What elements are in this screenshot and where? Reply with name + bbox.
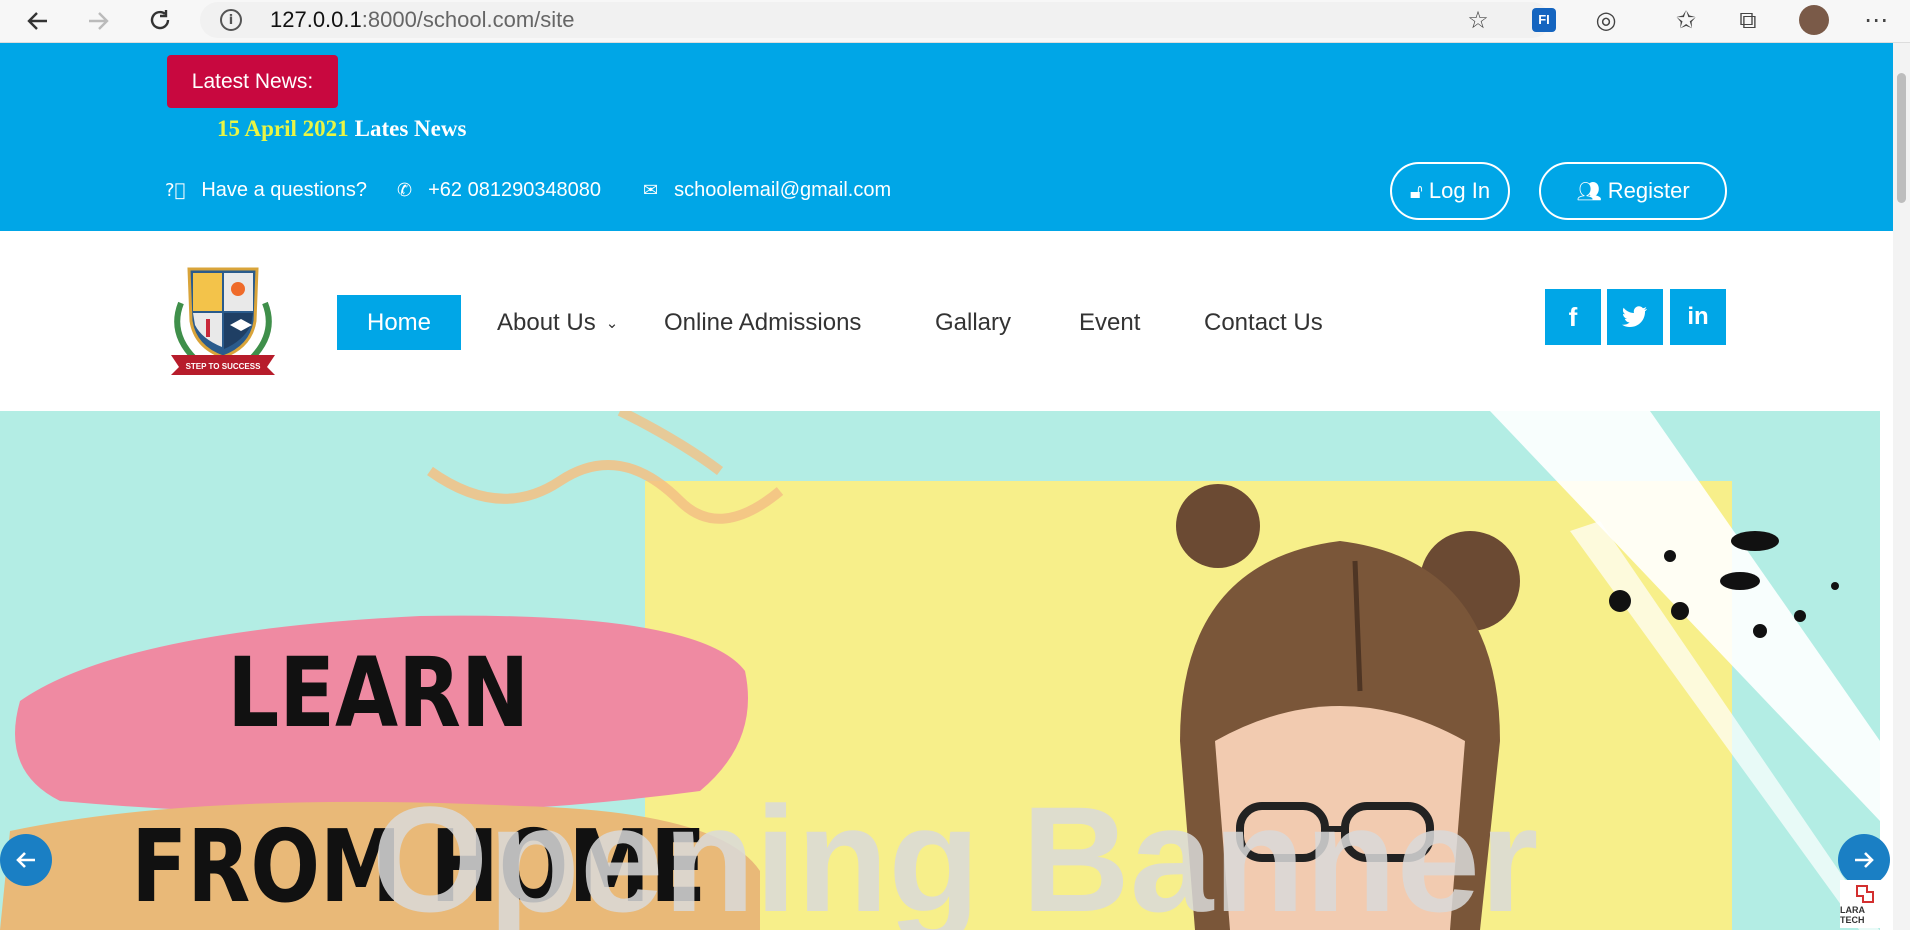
- hero-learn-text: LEARN: [227, 638, 529, 750]
- hero-title: Opening Banner: [372, 775, 1539, 930]
- arrow-left-icon: [16, 852, 35, 868]
- question-text: Have a questions?: [201, 179, 368, 201]
- profile-avatar[interactable]: [1794, 2, 1834, 38]
- unlock-icon: 🔓︎: [1409, 179, 1423, 203]
- news-title[interactable]: Lates News: [355, 116, 467, 141]
- hero-artwork: LEARN FROM HOME Opening Banner: [0, 411, 1880, 930]
- extension-icon[interactable]: FI: [1524, 2, 1564, 38]
- news-ticker[interactable]: 15 April 2021 Lates News: [217, 116, 466, 142]
- slider-next-button[interactable]: [1838, 834, 1890, 886]
- nav-contact-us[interactable]: Contact Us: [1204, 295, 1323, 350]
- top-bar: Latest News: 15 April 2021 Lates News ?⃝ …: [0, 43, 1893, 231]
- arrow-right-icon: [89, 12, 109, 30]
- register-label: Register: [1607, 178, 1690, 203]
- linkedin-icon: in: [1687, 303, 1709, 330]
- url-text: 127.0.0.1:8000/school.com/site: [270, 7, 575, 32]
- nav-gallery[interactable]: Gallary: [935, 295, 1011, 350]
- lara-tech-watermark: LARA TECH: [1840, 880, 1890, 928]
- linkedin-button[interactable]: in: [1670, 289, 1726, 345]
- phone-number: +62 081290348080: [428, 179, 602, 201]
- contact-question: ?⃝ Have a questions?: [165, 179, 367, 202]
- back-button[interactable]: [20, 4, 56, 38]
- page-scrollbar[interactable]: [1893, 43, 1910, 930]
- chevron-down-icon: ⌄: [605, 313, 619, 332]
- logo-ribbon-text: STEP TO SUCCESS: [186, 362, 262, 371]
- slider-prev-button[interactable]: [0, 834, 52, 886]
- twitter-icon: [1622, 306, 1647, 328]
- latest-news-badge: Latest News:: [167, 55, 338, 108]
- contact-email: ✉ schoolemail@gmail.com: [643, 179, 891, 202]
- reload-icon: [150, 10, 170, 30]
- nav-home[interactable]: Home: [337, 295, 461, 350]
- register-button[interactable]: 👥︎ Register: [1539, 162, 1727, 220]
- reload-button[interactable]: [142, 4, 178, 38]
- users-icon: 👥︎: [1576, 179, 1602, 203]
- facebook-button[interactable]: f: [1545, 289, 1601, 345]
- hero-banner: LEARN FROM HOME Opening Banner: [0, 411, 1880, 930]
- nav-event[interactable]: Event: [1079, 295, 1140, 350]
- contact-phone: ✆ +62 081290348080: [397, 179, 601, 202]
- login-button[interactable]: 🔓︎ Log In: [1390, 162, 1510, 220]
- school-logo[interactable]: STEP TO SUCCESS: [167, 263, 279, 377]
- browser-toolbar: i 127.0.0.1:8000/school.com/site ☆ FI ◎ …: [0, 0, 1910, 43]
- scrollbar-thumb[interactable]: [1897, 73, 1906, 203]
- forward-button[interactable]: [80, 4, 116, 38]
- news-date: 15 April 2021: [217, 116, 349, 141]
- envelope-icon: ✉: [643, 180, 659, 201]
- login-label: Log In: [1428, 178, 1491, 203]
- nav-about-label: About Us: [497, 308, 596, 336]
- arrow-right-icon: [1855, 852, 1874, 868]
- nav-online-admissions[interactable]: Online Admissions: [664, 295, 861, 350]
- immersive-reader-icon[interactable]: ◎: [1586, 2, 1626, 38]
- watermark-text: LARA TECH: [1840, 905, 1865, 925]
- nav-about-us[interactable]: About Us ⌄: [497, 295, 618, 350]
- email-address: schoolemail@gmail.com: [674, 179, 892, 201]
- main-navbar: STEP TO SUCCESS Home About Us ⌄ Online A…: [0, 231, 1893, 411]
- address-bar[interactable]: i 127.0.0.1:8000/school.com/site: [200, 2, 1550, 38]
- lara-tech-logo-icon: [1856, 885, 1874, 903]
- more-menu-icon[interactable]: ⋯: [1856, 2, 1896, 38]
- phone-icon: ✆: [397, 180, 413, 201]
- favorites-icon[interactable]: ✩: [1666, 2, 1706, 38]
- info-icon[interactable]: i: [220, 9, 242, 31]
- add-favorite-icon[interactable]: ☆: [1458, 2, 1498, 38]
- arrow-left-icon: [27, 12, 47, 30]
- twitter-button[interactable]: [1607, 289, 1663, 345]
- question-circle-icon: ?⃝: [165, 180, 186, 201]
- collections-icon[interactable]: ⧉: [1728, 2, 1768, 38]
- facebook-icon: f: [1568, 301, 1578, 332]
